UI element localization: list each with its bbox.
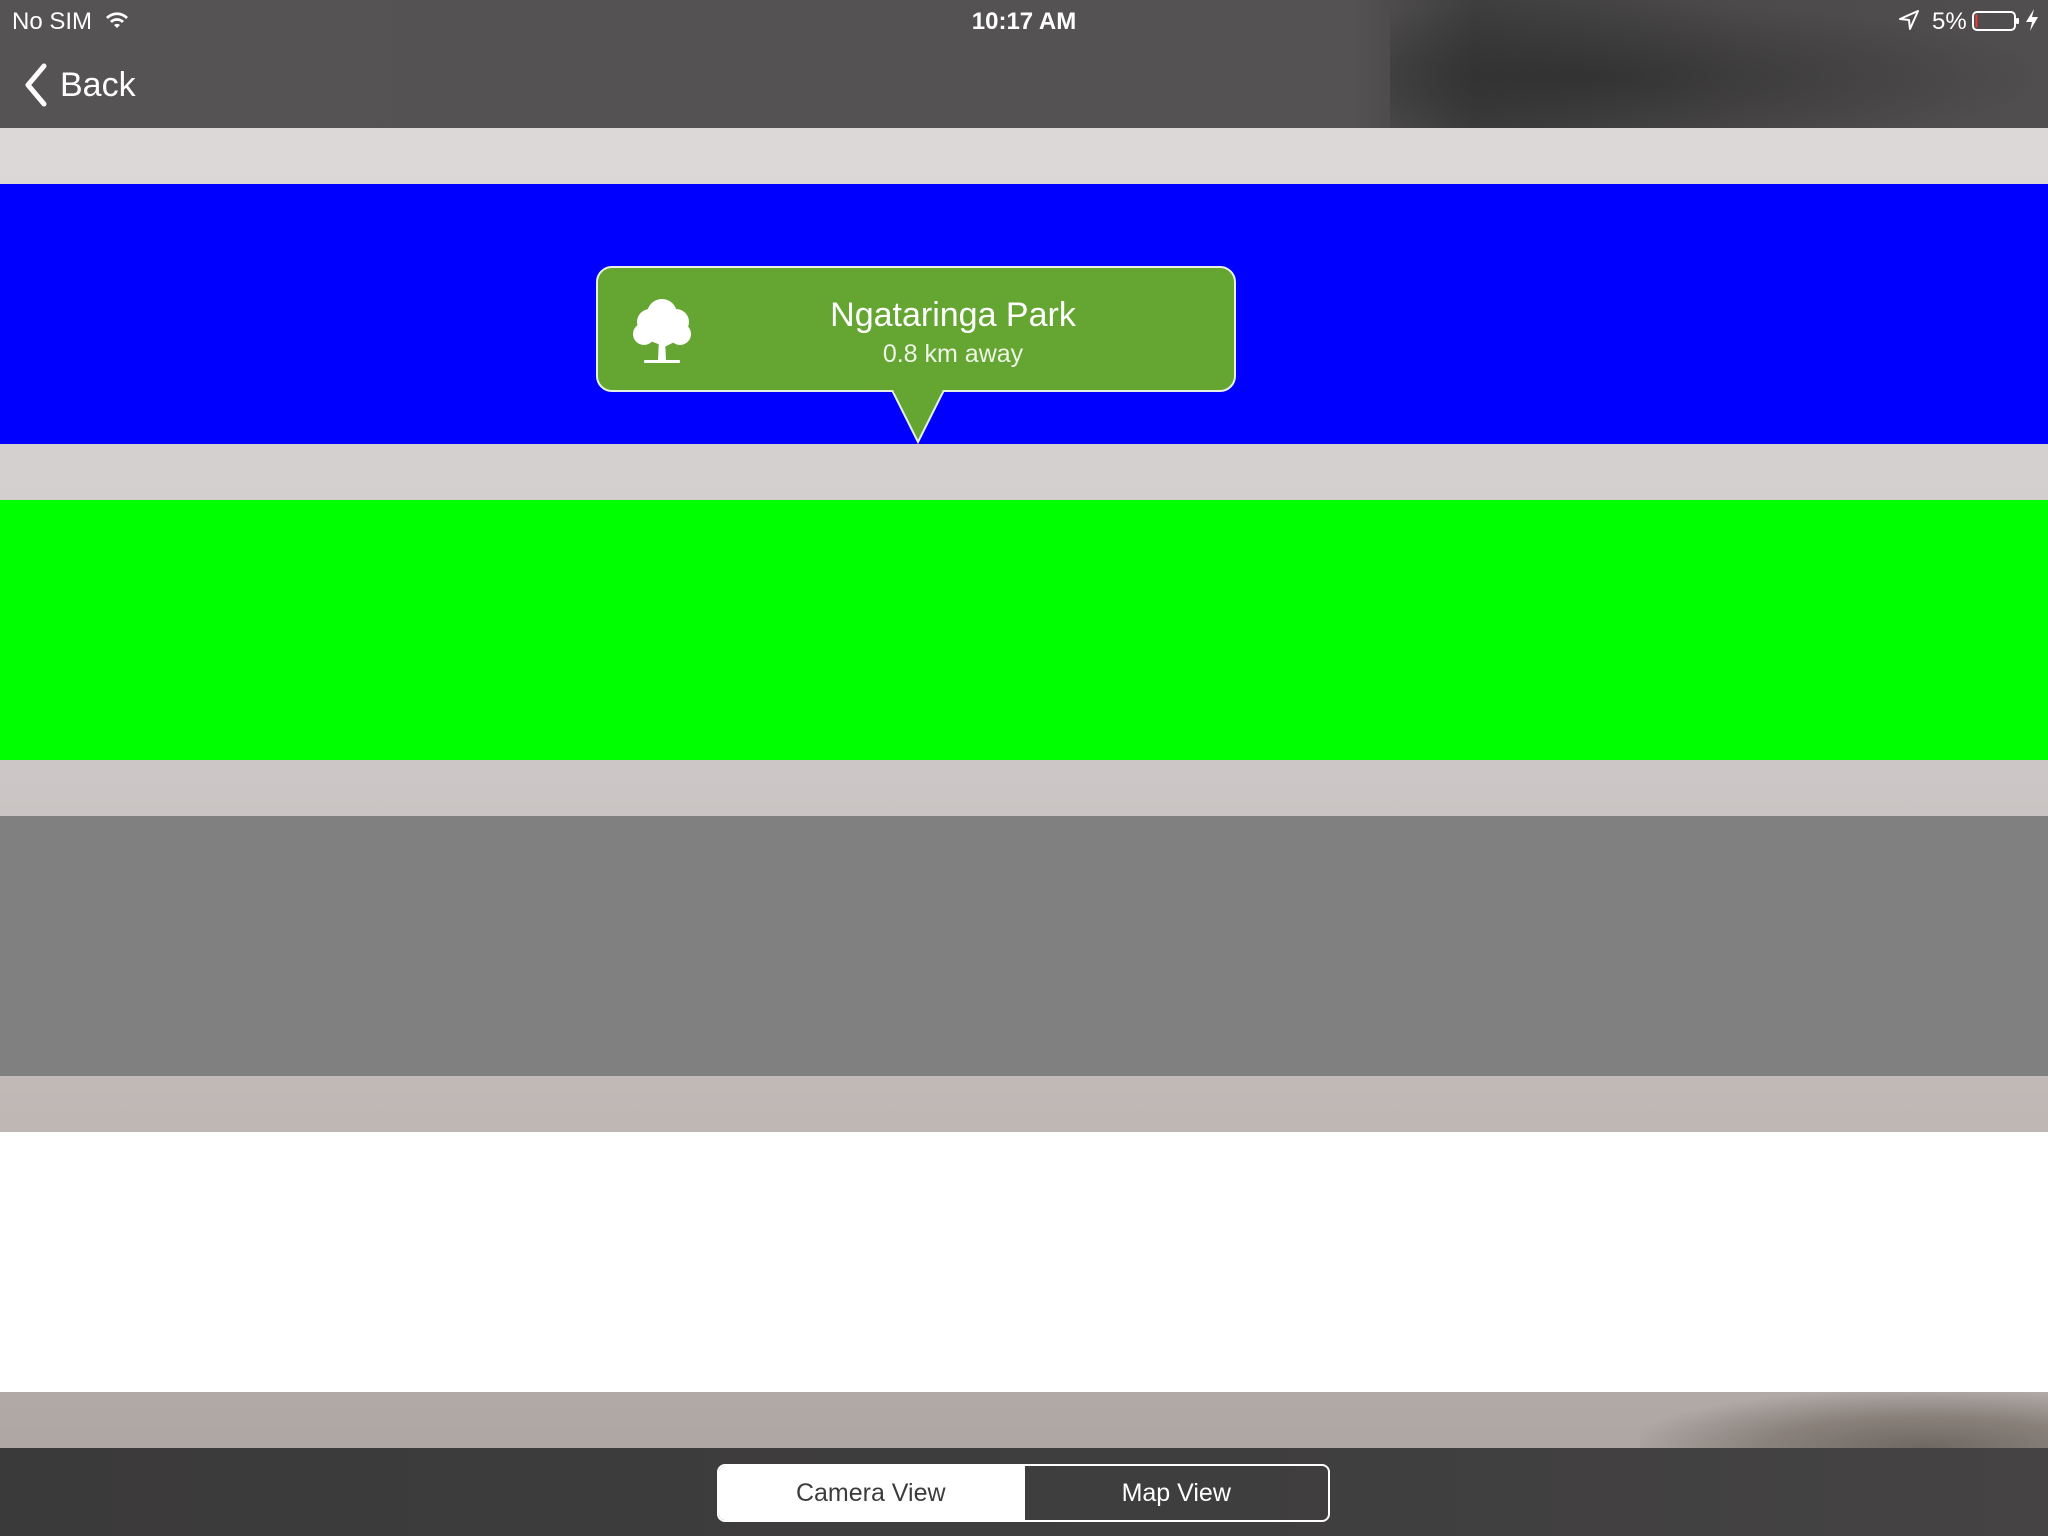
callout-pointer: [891, 390, 945, 445]
tree-icon: [633, 299, 691, 363]
map-view-segment[interactable]: Map View: [1022, 1466, 1329, 1520]
poi-callout[interactable]: Ngataringa Park 0.8 km away: [596, 266, 1236, 392]
camera-background-sand: [1640, 1392, 2048, 1448]
battery-percent: 5%: [1932, 8, 1967, 35]
gray-band: [0, 816, 2048, 1076]
status-bar: No SIM 10:17 AM 5%: [0, 0, 2048, 40]
green-band: [0, 500, 2048, 760]
chevron-left-icon: [25, 63, 47, 107]
white-band: [0, 1132, 2048, 1392]
view-mode-segmented-control[interactable]: Camera View Map View: [717, 1464, 1330, 1522]
poi-distance: 0.8 km away: [882, 340, 1024, 368]
poi-title: Ngataringa Park: [830, 296, 1076, 334]
ar-camera-screen: No SIM 10:17 AM 5% Back Ngataringa Park …: [0, 0, 2048, 1536]
location-arrow-icon: [1899, 10, 1919, 30]
status-time: 10:17 AM: [971, 8, 1077, 35]
back-label: Back: [60, 65, 136, 104]
charging-bolt-icon: [2026, 9, 2038, 31]
back-button[interactable]: Back: [22, 62, 136, 108]
camera-view-segment[interactable]: Camera View: [719, 1466, 1023, 1520]
battery-icon: [1972, 11, 2019, 31]
